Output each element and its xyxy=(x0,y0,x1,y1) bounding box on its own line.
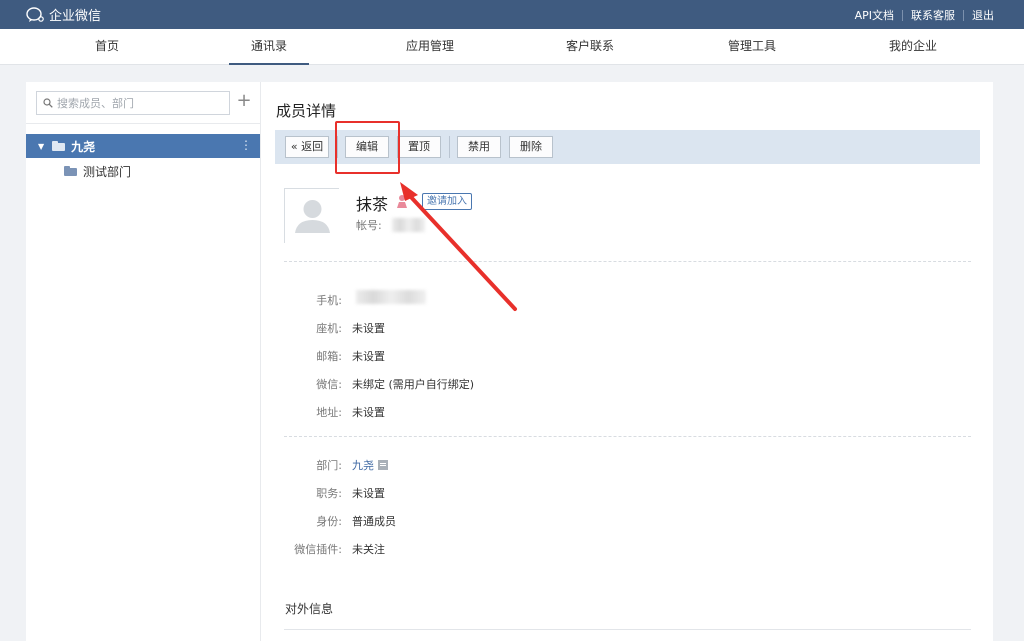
main-nav: 首页 通讯录 应用管理 客户联系 管理工具 我的企业 xyxy=(0,29,1024,65)
avatar xyxy=(284,188,340,244)
member-search-box[interactable] xyxy=(36,91,230,115)
folder-icon xyxy=(64,166,77,176)
plus-icon: + xyxy=(236,90,252,111)
section-divider xyxy=(284,629,971,630)
app-logo[interactable]: 企业微信 xyxy=(26,6,102,24)
delete-button[interactable]: 删除 xyxy=(509,136,553,158)
department-link[interactable]: 九尧 xyxy=(352,457,388,473)
nav-app-management[interactable]: 应用管理 xyxy=(394,29,466,65)
redacted-phone-value xyxy=(356,290,426,304)
position-label: 职务: xyxy=(316,487,342,500)
default-avatar-icon xyxy=(285,189,340,244)
sidebar-divider xyxy=(26,123,260,124)
address-value: 未设置 xyxy=(352,406,385,419)
identity-label: 身份: xyxy=(316,515,342,528)
caret-down-icon[interactable]: ▼ xyxy=(38,142,44,151)
nav-home[interactable]: 首页 xyxy=(77,29,137,65)
email-value: 未设置 xyxy=(352,350,385,363)
tree-child-department[interactable]: 测试部门 xyxy=(64,160,131,182)
nav-customer-contact[interactable]: 客户联系 xyxy=(554,29,626,65)
position-value: 未设置 xyxy=(352,487,385,500)
nav-my-enterprise[interactable]: 我的企业 xyxy=(877,29,949,65)
invite-button[interactable]: 邀请加入 xyxy=(422,193,472,210)
section-divider xyxy=(284,436,971,437)
contact-support-link[interactable]: 联系客服 xyxy=(911,7,955,23)
landline-value: 未设置 xyxy=(352,322,385,335)
external-info-title: 对外信息 xyxy=(285,602,334,616)
redacted-account-value xyxy=(392,218,425,232)
phone-label: 手机: xyxy=(316,294,342,307)
nav-contacts[interactable]: 通讯录 xyxy=(229,29,309,65)
nav-management-tools[interactable]: 管理工具 xyxy=(716,29,788,65)
tree-root-department[interactable]: ▼ 九尧 ⋮ xyxy=(26,134,260,158)
top-links: API文档 联系客服 退出 xyxy=(855,7,994,23)
tree-root-label: 九尧 xyxy=(71,139,96,154)
female-icon xyxy=(397,195,407,208)
tree-child-label: 测试部门 xyxy=(83,164,132,179)
department-info-icon xyxy=(378,460,388,470)
member-name: 抹茶 xyxy=(356,195,389,214)
department-label: 部门: xyxy=(316,459,342,472)
address-label: 地址: xyxy=(316,406,342,419)
more-options-icon[interactable]: ⋮ xyxy=(240,138,252,152)
wechat-plugin-value: 未关注 xyxy=(352,543,385,556)
pin-to-top-button[interactable]: 置顶 xyxy=(397,136,441,158)
annotation-highlight-box xyxy=(335,121,400,174)
identity-value: 普通成员 xyxy=(352,515,396,528)
api-docs-link[interactable]: API文档 xyxy=(855,7,894,23)
account-label: 帐号: xyxy=(356,219,382,232)
add-member-button[interactable]: + xyxy=(236,92,252,112)
app-name: 企业微信 xyxy=(49,9,102,24)
logout-link[interactable]: 退出 xyxy=(972,7,994,23)
wechat-label: 微信: xyxy=(316,378,342,391)
department-value[interactable]: 九尧 xyxy=(352,459,374,472)
section-divider xyxy=(284,261,971,262)
member-search-input[interactable] xyxy=(57,96,217,110)
search-icon xyxy=(43,98,53,108)
wechat-plugin-label: 微信插件: xyxy=(294,543,342,556)
toolbar-divider xyxy=(449,136,450,158)
disable-button[interactable]: 禁用 xyxy=(457,136,501,158)
top-link-divider xyxy=(963,9,964,21)
top-bar: 企业微信 API文档 联系客服 退出 xyxy=(0,0,1024,29)
wecom-logo-icon xyxy=(26,7,44,22)
folder-icon xyxy=(52,141,66,151)
top-link-divider xyxy=(902,9,903,21)
page-title: 成员详情 xyxy=(276,102,337,120)
wechat-value: 未绑定 (需用户自行绑定) xyxy=(352,378,475,391)
landline-label: 座机: xyxy=(316,322,342,335)
org-sidebar: + ▼ 九尧 ⋮ 测试部门 xyxy=(26,82,260,641)
back-button[interactable]: « 返回 xyxy=(285,136,329,158)
email-label: 邮箱: xyxy=(316,350,342,363)
